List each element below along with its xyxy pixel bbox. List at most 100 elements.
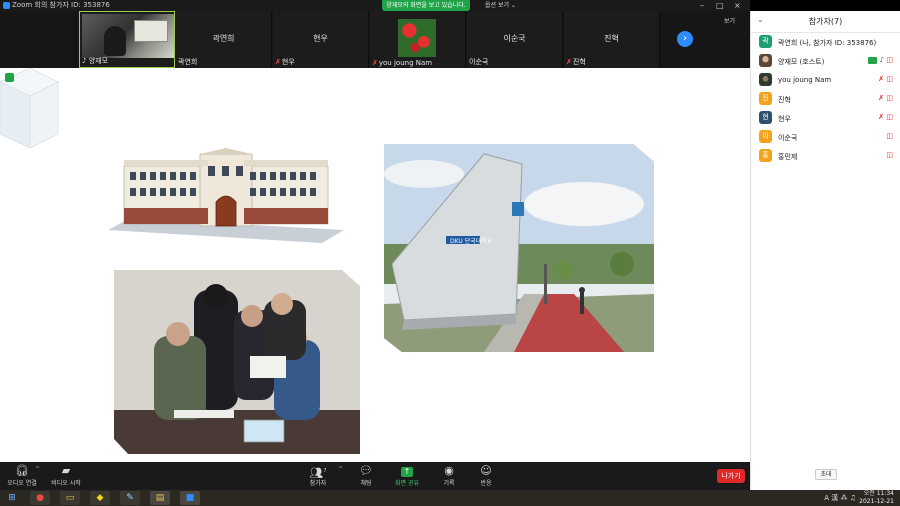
network-icon: ⁂	[840, 494, 848, 502]
video-off-icon: ▰	[61, 464, 71, 477]
avatar: 현	[759, 111, 772, 124]
video-tile[interactable]: 진혁 ✗진혁	[564, 11, 660, 68]
group-photo-image	[114, 270, 360, 454]
tile-name-label: ✗진혁	[566, 58, 586, 66]
participant-row[interactable]: 홍 홍민제 ◫	[751, 147, 900, 166]
participants-panel: ⌄ 참가자(7) 곽 곽연희 (나, 참가자 ID: 353876) 양재모 (…	[750, 11, 900, 490]
reactions-button[interactable]: ☺ 반응	[466, 464, 506, 487]
next-page-button[interactable]: ›	[677, 31, 693, 47]
video-off-icon: ◫	[886, 56, 893, 64]
system-clock[interactable]: 오전 11:34 2021-12-21	[859, 490, 894, 506]
whiteboard-in-feed	[134, 20, 168, 42]
smiley-plus-icon: ☺	[480, 464, 492, 477]
tile-center-name: 현우	[313, 34, 328, 43]
chat-button[interactable]: 💬︎ 채팅	[346, 464, 386, 487]
campus-sign-text: DKU 단국대학교	[450, 237, 493, 245]
clock-time: 오전 11:34	[863, 490, 894, 497]
file-explorer-icon[interactable]: ▭	[60, 491, 80, 505]
video-thumbnail-strip: ♪ 양재모 곽연희 곽연희 현우 ✗현우 ✗you joung Nam 이순국 …	[0, 11, 750, 68]
audio-options-caret[interactable]: ^	[35, 466, 40, 473]
participant-row[interactable]: 현 현우 ✗ ◫	[751, 109, 900, 128]
camera-feed	[82, 14, 174, 58]
tile-name-label: 이순국	[469, 58, 489, 66]
tile-center-name: 이순국	[503, 34, 526, 43]
participant-row[interactable]: 진 진혁 ✗ ◫	[751, 90, 900, 109]
record-icon: ◉	[444, 464, 454, 477]
tile-name-label: ✗you joung Nam	[372, 59, 433, 67]
sharing-status-banner: 양재모의 화면을 보고 있습니다.	[382, 0, 470, 11]
view-options-menu[interactable]: 옵션 보기 ⌄	[485, 0, 516, 11]
mic-icon: ♪	[82, 57, 87, 65]
tile-center-name: 곽연희	[212, 34, 235, 43]
language-indicator: A 漢	[824, 494, 839, 502]
participant-row[interactable]: 곽 곽연희 (나, 참가자 ID: 353876)	[751, 33, 900, 52]
system-tray[interactable]: A 漢 ⁂ ♫	[824, 493, 856, 503]
campus-sign-photo: DKU 단국대학교	[378, 138, 660, 360]
panel-header: ⌄ 참가자(7)	[751, 11, 900, 33]
participants-options-caret[interactable]: ^	[338, 466, 343, 473]
video-tile[interactable]: 곽연희 곽연희	[176, 11, 272, 68]
kakaotalk-icon[interactable]: ◆	[90, 491, 110, 505]
participant-row[interactable]: you joung Nam ✗ ◫	[751, 71, 900, 90]
avatar	[759, 73, 772, 86]
tile-name-label: 곽연희	[178, 58, 198, 66]
video-tile[interactable]: ✗you joung Nam	[370, 11, 466, 68]
invite-button[interactable]: 초대	[815, 469, 837, 480]
chrome-icon[interactable]: ●	[30, 491, 50, 505]
video-on-icon	[868, 56, 878, 64]
participant-row[interactable]: 양재모 (호스트) ♪ ◫	[751, 52, 900, 71]
tile-center-name: 진혁	[604, 34, 619, 43]
volume-icon: ♫	[849, 494, 856, 502]
presentation-icon[interactable]: ▤	[150, 491, 170, 505]
mic-muted-icon: ✗	[275, 58, 281, 66]
group-scene	[114, 270, 360, 454]
video-off-icon: ◫	[886, 151, 893, 159]
participant-row[interactable]: 이 이순국 ◫	[751, 128, 900, 147]
participant-name: 진혁	[778, 96, 791, 104]
chat-icon: 💬︎	[359, 464, 373, 477]
building-illustration	[108, 148, 344, 243]
zoom-taskbar-icon[interactable]: ■	[180, 491, 200, 505]
record-button[interactable]: ◉ 기록	[429, 464, 469, 487]
participant-name: 양재모 (호스트)	[778, 58, 825, 66]
participants-button[interactable]: 👥︎7 참가자	[298, 464, 338, 487]
avatar: 곽	[759, 35, 772, 48]
video-off-icon: ◫	[886, 113, 893, 121]
avatar: 이	[759, 130, 772, 143]
clock-date: 2021-12-21	[859, 498, 894, 505]
share-screen-button[interactable]: ↑ 화면 공유	[387, 464, 427, 487]
mic-on-icon: ♪	[879, 56, 885, 64]
avatar: 진	[759, 92, 772, 105]
maximize-button[interactable]: □	[716, 0, 724, 11]
start-button-icon[interactable]: ⊞	[2, 491, 22, 505]
campus-scene: DKU 단국대학교	[384, 144, 654, 352]
start-video-button[interactable]: ▰ 비디오 시작	[46, 464, 86, 487]
minimize-button[interactable]: –	[700, 0, 704, 11]
leave-meeting-button[interactable]: 나가기	[717, 469, 745, 483]
video-off-icon: ◫	[886, 132, 893, 140]
paint-icon[interactable]: ✎	[120, 491, 140, 505]
group-photo	[108, 264, 366, 460]
video-tile-host[interactable]: ♪ 양재모	[79, 11, 175, 68]
video-tile[interactable]: 현우 ✗현우	[273, 11, 369, 68]
mic-muted-icon: ✗	[372, 59, 378, 67]
windows-taskbar: ⊞ ● ▭ ◆ ✎ ▤ ■ A 漢 ⁂ ♫ 오전 11:34 2021-12-2…	[0, 490, 900, 506]
video-off-icon: ◫	[886, 75, 893, 83]
mic-muted-icon: ✗	[878, 94, 885, 102]
video-tile[interactable]: 이순국 이순국	[467, 11, 563, 68]
shared-screen: DKU 단국대학교	[0, 68, 750, 462]
participant-name: 현우	[778, 115, 791, 123]
mic-muted-icon: ✗	[878, 113, 885, 121]
mic-muted-icon: ✗	[566, 58, 572, 66]
panel-title: 참가자(7)	[808, 17, 843, 26]
close-window-button[interactable]: ×	[734, 0, 741, 11]
share-screen-icon: ↑	[387, 464, 427, 478]
person-silhouette	[104, 26, 126, 56]
participant-name: 홍민제	[778, 153, 798, 161]
participant-name: you joung Nam	[778, 76, 832, 84]
campus-photo-image: DKU 단국대학교	[384, 144, 654, 352]
layout-view-button[interactable]: 보기	[724, 16, 735, 25]
window-title: Zoom 회의 참가자 ID: 353876	[12, 1, 110, 9]
meeting-toolbar: 🎧︎ 오디오 연결 ^ ▰ 비디오 시작 👥︎7 참가자 ^ 💬︎ 채팅 ↑ 화…	[0, 462, 750, 490]
mic-muted-icon: ✗	[878, 75, 885, 83]
